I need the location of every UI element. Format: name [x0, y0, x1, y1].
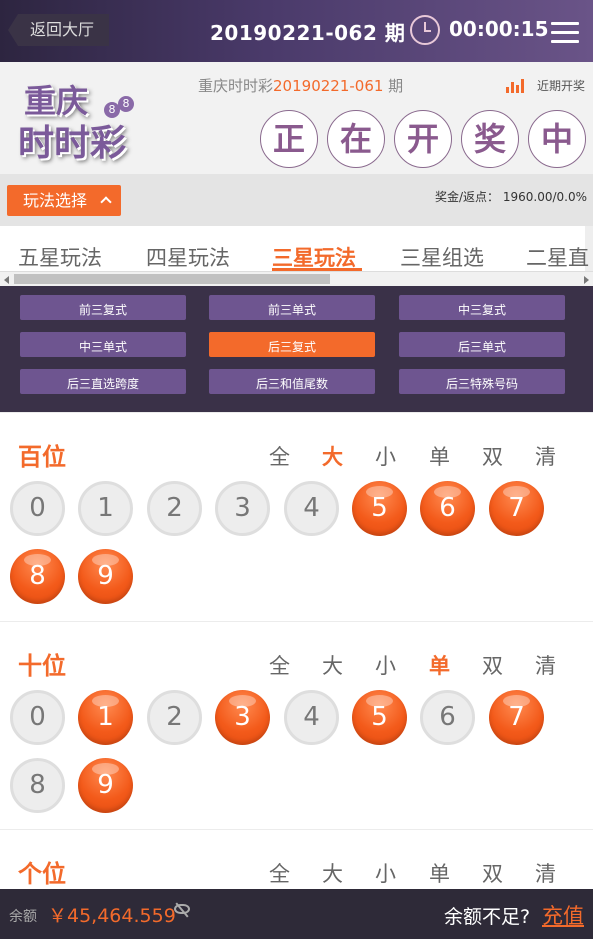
number-ball-6[interactable]: 6 [420, 690, 475, 745]
digit-label: 百位 [18, 443, 66, 471]
play-select-row: 玩法选择 奖金/返点： 1960.00/0.0% [0, 174, 593, 226]
digit-section: 个位 全 大 小 单 双 清 [0, 829, 593, 889]
scroll-thumb[interactable] [14, 274, 330, 284]
last-issue-text: 重庆时时彩20190221-061 期 [198, 77, 404, 95]
number-ball-3[interactable]: 3 [215, 481, 270, 536]
quick-select-button[interactable]: 清 [535, 858, 556, 888]
sub-play-button[interactable]: 后三复式 [209, 332, 375, 357]
chevron-up-icon [100, 196, 112, 208]
scroll-right-icon[interactable] [584, 276, 589, 284]
menu-icon[interactable] [551, 22, 579, 44]
countdown-timer: 00:00:15 [449, 17, 549, 41]
balance-label: 余额 [9, 909, 37, 925]
quick-select-button[interactable]: 小 [375, 650, 396, 680]
current-issue: 20190221-062 期 [210, 21, 406, 45]
sub-play-button[interactable]: 后三单式 [399, 332, 565, 357]
draw-status-char: 开 [394, 110, 452, 168]
back-to-lobby-button[interactable]: 返回大厅 [8, 14, 109, 46]
play-tabs: 五星玩法 四星玩法 三星玩法 三星组选 二星直 [0, 226, 593, 286]
digit-section: 十位 全 大 小 单 双 清 0 1 2 3 4 5 6 7 8 9 [0, 621, 593, 829]
sub-play-button[interactable]: 前三复式 [20, 295, 186, 320]
draw-status-char: 正 [260, 110, 318, 168]
tab-play-4[interactable]: 二星直 [526, 242, 589, 272]
quick-select-button[interactable]: 全 [269, 650, 290, 680]
tab-play-2[interactable]: 三星玩法 [272, 242, 356, 272]
quick-select-button[interactable]: 小 [375, 441, 396, 471]
horizontal-scrollbar[interactable] [0, 271, 593, 286]
tab-play-0[interactable]: 五星玩法 [18, 242, 102, 272]
quick-select-button[interactable]: 清 [535, 441, 556, 471]
lottery-logo: 重庆 8 8 时时彩 [18, 76, 150, 164]
number-ball-0[interactable]: 0 [10, 481, 65, 536]
quick-select-button[interactable]: 小 [375, 858, 396, 888]
recent-draws-link[interactable]: 近期开奖 [537, 77, 585, 94]
quick-select-button[interactable]: 全 [269, 858, 290, 888]
number-ball-8[interactable]: 8 [10, 549, 65, 604]
number-ball-5[interactable]: 5 [352, 481, 407, 536]
number-ball-7[interactable]: 7 [489, 690, 544, 745]
sub-play-button[interactable]: 后三特殊号码 [399, 369, 565, 394]
number-ball-9[interactable]: 9 [78, 758, 133, 813]
lottery-info: 重庆 8 8 时时彩 重庆时时彩20190221-061 期 近期开奖 正在开奖… [0, 62, 593, 174]
draw-status-char: 奖 [461, 110, 519, 168]
number-ball-7[interactable]: 7 [489, 481, 544, 536]
quick-select-button[interactable]: 双 [482, 650, 503, 680]
hide-balance-icon[interactable] [174, 904, 190, 914]
recharge-link[interactable]: 充值 [542, 900, 584, 930]
number-ball-3[interactable]: 3 [215, 690, 270, 745]
number-ball-4[interactable]: 4 [284, 690, 339, 745]
balance-value: ￥45,464.559 [48, 905, 176, 927]
number-ball-9[interactable]: 9 [78, 549, 133, 604]
number-ball-1[interactable]: 1 [78, 690, 133, 745]
digit-label: 十位 [18, 652, 66, 680]
number-ball-2[interactable]: 2 [147, 690, 202, 745]
sub-play-button[interactable]: 中三复式 [399, 295, 565, 320]
sub-play-button[interactable]: 中三单式 [20, 332, 186, 357]
quick-select-button[interactable]: 大 [322, 650, 343, 680]
number-ball-8[interactable]: 8 [10, 758, 65, 813]
sub-play-button[interactable]: 后三直选跨度 [20, 369, 186, 394]
insufficient-text: 余额不足? [444, 906, 531, 928]
clock-icon [410, 15, 440, 45]
number-ball-1[interactable]: 1 [78, 481, 133, 536]
quick-select-button[interactable]: 单 [429, 650, 450, 680]
tab-play-1[interactable]: 四星玩法 [146, 242, 230, 272]
quick-select-button[interactable]: 大 [322, 858, 343, 888]
scroll-left-icon[interactable] [4, 276, 9, 284]
quick-select-button[interactable]: 全 [269, 441, 290, 471]
quick-select-button[interactable]: 清 [535, 650, 556, 680]
number-ball-4[interactable]: 4 [284, 481, 339, 536]
quick-select-button[interactable]: 双 [482, 858, 503, 888]
quick-select-button[interactable]: 大 [322, 441, 343, 471]
quick-select-button[interactable]: 单 [429, 441, 450, 471]
number-ball-5[interactable]: 5 [352, 690, 407, 745]
sub-play-grid: 前三复式 前三单式 中三复式中三单式 后三复式 后三单式后三直选跨度 后三和值尾数 后三特殊… [0, 286, 593, 412]
tab-play-3[interactable]: 三星组选 [400, 242, 484, 272]
top-header: 返回大厅 20190221-062 期 00:00:15 [0, 0, 593, 62]
digit-label: 个位 [18, 860, 66, 888]
sub-play-button[interactable]: 后三和值尾数 [209, 369, 375, 394]
chart-icon[interactable] [506, 77, 524, 93]
play-select-button[interactable]: 玩法选择 [7, 185, 121, 216]
sub-play-button[interactable]: 前三单式 [209, 295, 375, 320]
bonus-rebate: 奖金/返点： 1960.00/0.0% [434, 190, 587, 204]
quick-select-button[interactable]: 单 [429, 858, 450, 888]
bottom-bar: 余额 ￥45,464.559 余额不足? 充值 [0, 889, 593, 939]
number-ball-6[interactable]: 6 [420, 481, 475, 536]
draw-status-char: 中 [528, 110, 586, 168]
digit-section: 百位 全 大 小 单 双 清 0 1 2 3 4 5 6 7 8 9 [0, 412, 593, 621]
quick-select-button[interactable]: 双 [482, 441, 503, 471]
draw-status-char: 在 [327, 110, 385, 168]
number-ball-2[interactable]: 2 [147, 481, 202, 536]
number-ball-0[interactable]: 0 [10, 690, 65, 745]
